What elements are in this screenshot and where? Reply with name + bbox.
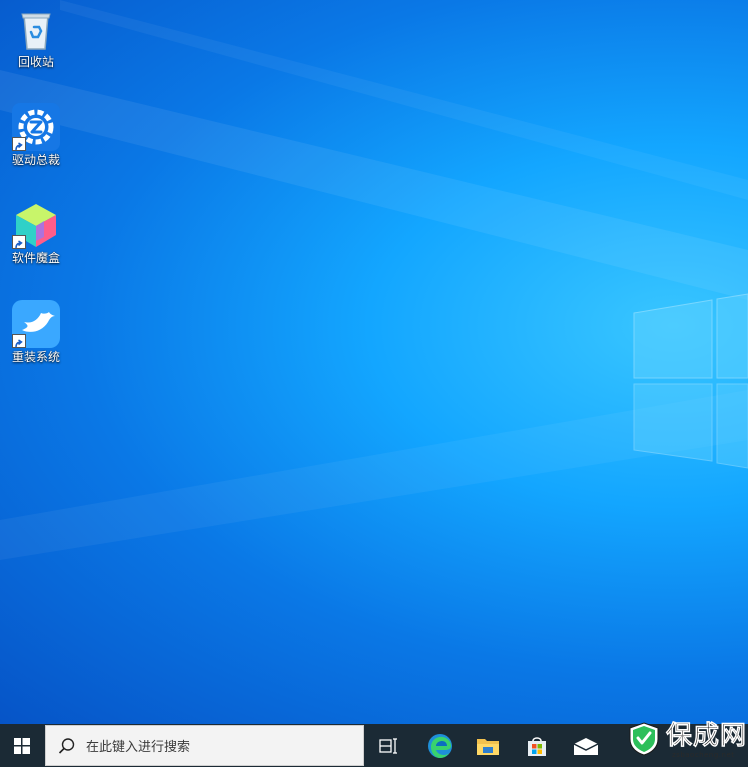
desktop-icon-label: 驱动总裁 [11,153,60,167]
shortcut-arrow-icon [12,137,26,151]
desktop-icon-label: 重装系统 [11,350,60,364]
edge-button[interactable] [417,724,463,767]
mail-button[interactable] [563,724,609,767]
store-bag-icon [528,736,546,756]
desktop-icon-label: 回收站 [17,55,54,69]
windows-logo-wallpaper [633,293,748,469]
shortcut-arrow-icon [12,235,26,249]
desktop: 回收站 驱动总裁 软件魔盒 重装系统 [0,0,748,724]
shortcut-arrow-icon [12,334,26,348]
driver-gear-icon [12,103,60,151]
file-explorer-button[interactable] [465,724,511,767]
store-button[interactable] [514,724,560,767]
edge-icon [428,733,452,758]
watermark-title: 保成网 [666,721,748,751]
recycle-bin-icon [12,5,60,53]
desktop-icon-driver[interactable]: 驱动总裁 [4,103,68,167]
start-button[interactable] [0,724,44,767]
search-input[interactable]: 在此键入进行搜索 [45,725,364,766]
bird-icon [12,300,60,348]
watermark: 保成网 zsbaocheng.net [615,718,748,767]
desktop-icon-label: 软件魔盒 [11,251,60,265]
task-view-button[interactable] [366,724,412,767]
desktop-icon-recycle-bin[interactable]: 回收站 [4,5,68,69]
windows-logo-icon [14,737,30,754]
search-placeholder: 在此键入进行搜索 [86,740,191,755]
software-cube-icon [12,201,60,249]
wallpaper [0,0,748,560]
mail-icon [573,737,599,755]
watermark-subtitle: zsbaocheng.net [672,751,735,759]
desktop-icon-software-box[interactable]: 软件魔盒 [4,201,68,265]
folder-icon [477,738,499,755]
task-view-icon [379,737,397,754]
desktop-icon-reinstall-system[interactable]: 重装系统 [4,300,68,364]
search-icon [58,737,75,754]
shield-icon [629,722,659,756]
